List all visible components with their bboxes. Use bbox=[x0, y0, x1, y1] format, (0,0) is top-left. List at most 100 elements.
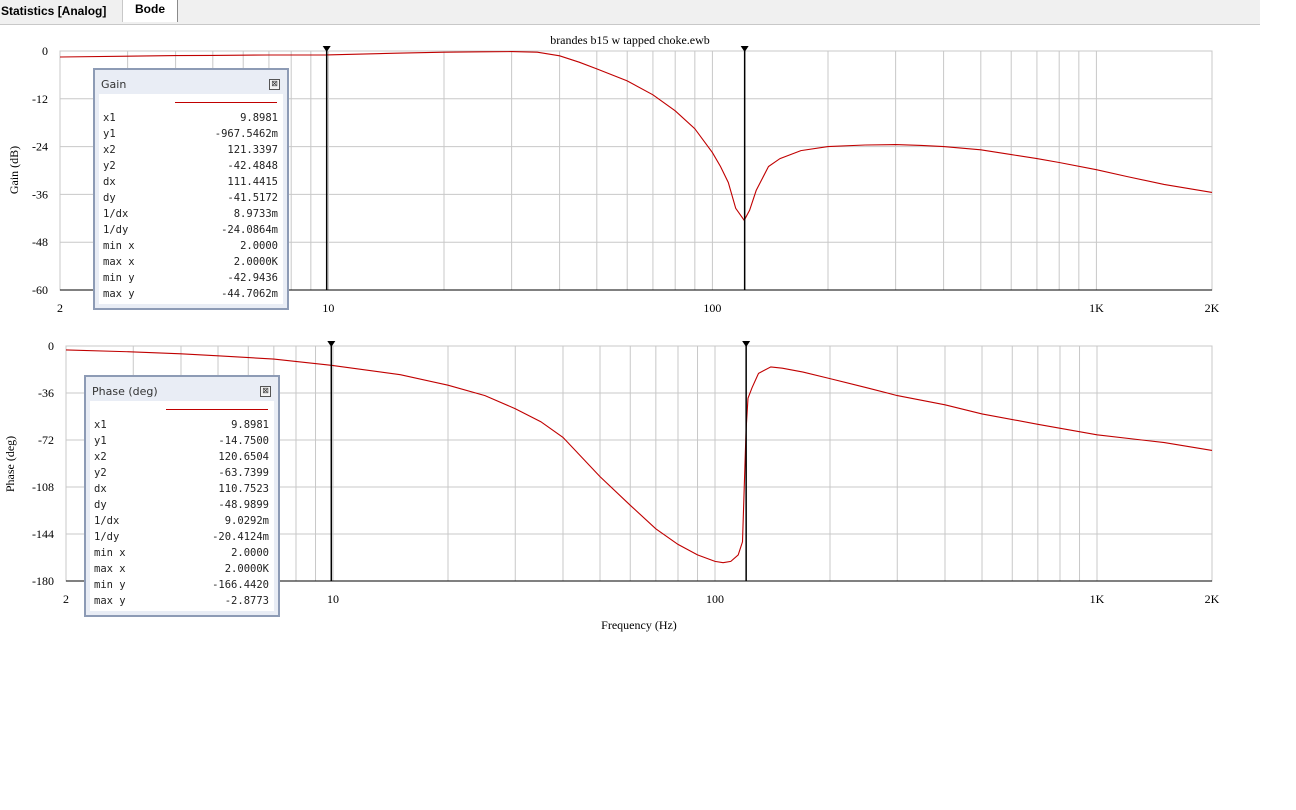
x-tick-label: 1K bbox=[1090, 592, 1105, 606]
readout-value: -24.0864m bbox=[221, 224, 278, 236]
readout-value: 8.9733m bbox=[233, 208, 278, 220]
readout-row: y1 -967.5462m bbox=[103, 126, 278, 142]
x-tick-label: 2 bbox=[57, 301, 63, 315]
x-tick-label: 2K bbox=[1205, 592, 1220, 606]
readout-row: dx 110.7523 bbox=[94, 481, 269, 497]
readout-label: 1/dy bbox=[94, 531, 120, 543]
readout-label: y1 bbox=[94, 435, 107, 447]
y-axis-label: Phase (deg) bbox=[3, 436, 17, 492]
readout-value: 110.7523 bbox=[218, 483, 269, 495]
y-tick-label: -24 bbox=[32, 140, 48, 154]
readout-label: min x bbox=[103, 240, 135, 252]
readout-value: 9.8981 bbox=[240, 112, 278, 124]
gain-readout-panel[interactable]: Gain ⊠ x1 9.8981 y1 -967.5462m x2 121.3397 y2 -… bbox=[93, 68, 289, 310]
readout-row: min x 2.0000 bbox=[94, 545, 269, 561]
readout-row: y2 -42.4848 bbox=[103, 158, 278, 174]
readout-value: -44.7062m bbox=[221, 288, 278, 300]
readout-value: 111.4415 bbox=[227, 176, 278, 188]
y-axis-label: Gain (dB) bbox=[7, 146, 21, 194]
readout-value: 9.8981 bbox=[231, 419, 269, 431]
y-tick-label: 0 bbox=[42, 44, 48, 58]
readout-label: min y bbox=[103, 272, 135, 284]
phase-readout-panel[interactable]: Phase (deg) ⊠ x1 9.8981 y1 -14.7500 x2 120.65… bbox=[84, 375, 280, 617]
y-tick-label: -60 bbox=[32, 283, 48, 297]
readout-label: dy bbox=[94, 499, 107, 511]
readout-row: max x 2.0000K bbox=[103, 254, 278, 270]
readout-value: 121.3397 bbox=[227, 144, 278, 156]
y-tick-label: -36 bbox=[32, 187, 48, 201]
readout-value: 2.0000 bbox=[231, 547, 269, 559]
readout-row: x1 9.8981 bbox=[94, 417, 269, 433]
y-tick-label: -12 bbox=[32, 92, 48, 106]
close-icon[interactable]: ⊠ bbox=[260, 386, 271, 397]
readout-row: 1/dy -24.0864m bbox=[103, 222, 278, 238]
readout-value: 2.0000K bbox=[233, 256, 278, 268]
y-tick-label: -144 bbox=[32, 527, 54, 541]
readout-label: max x bbox=[94, 563, 126, 575]
readout-label: y1 bbox=[103, 128, 116, 140]
gain-legend-line bbox=[175, 102, 277, 103]
readout-row: 1/dx 8.9733m bbox=[103, 206, 278, 222]
readout-label: dx bbox=[103, 176, 116, 188]
y-tick-label: -48 bbox=[32, 235, 48, 249]
readout-value: 2.0000K bbox=[224, 563, 269, 575]
readout-value: -63.7399 bbox=[218, 467, 269, 479]
y-tick-label: -72 bbox=[38, 433, 54, 447]
readout-row: min y -42.9436 bbox=[103, 270, 278, 286]
readout-label: y2 bbox=[103, 160, 116, 172]
readout-label: 1/dy bbox=[103, 224, 129, 236]
x-tick-label: 100 bbox=[703, 301, 721, 315]
y-tick-label: 0 bbox=[48, 339, 54, 353]
readout-label: min y bbox=[94, 579, 126, 591]
x-tick-label: 10 bbox=[322, 301, 334, 315]
readout-row: y2 -63.7399 bbox=[94, 465, 269, 481]
phase-legend-line bbox=[166, 409, 268, 410]
readout-row: y1 -14.7500 bbox=[94, 433, 269, 449]
readout-value: -967.5462m bbox=[214, 128, 278, 140]
readout-row: dx 111.4415 bbox=[103, 174, 278, 190]
gain-readout-body: x1 9.8981 y1 -967.5462m x2 121.3397 y2 -42.4848… bbox=[99, 94, 283, 304]
readout-value: -2.8773 bbox=[224, 595, 269, 607]
x-tick-label: 1K bbox=[1089, 301, 1104, 315]
readout-label: x1 bbox=[103, 112, 116, 124]
chart-title: brandes b15 w tapped choke.ewb bbox=[550, 33, 710, 47]
readout-row: x2 121.3397 bbox=[103, 142, 278, 158]
phase-readout-table: x1 9.8981 y1 -14.7500 x2 120.6504 y2 -63.7399 dx… bbox=[94, 417, 269, 609]
readout-row: max y -2.8773 bbox=[94, 593, 269, 609]
readout-value: -20.4124m bbox=[212, 531, 269, 543]
y-tick-label: -180 bbox=[32, 574, 54, 588]
readout-label: min x bbox=[94, 547, 126, 559]
readout-label: y2 bbox=[94, 467, 107, 479]
readout-row: x1 9.8981 bbox=[103, 110, 278, 126]
readout-label: x2 bbox=[94, 451, 107, 463]
readout-label: dy bbox=[103, 192, 116, 204]
readout-label: dx bbox=[94, 483, 107, 495]
readout-label: 1/dx bbox=[94, 515, 120, 527]
readout-label: x1 bbox=[94, 419, 107, 431]
readout-row: max y -44.7062m bbox=[103, 286, 278, 302]
readout-label: 1/dx bbox=[103, 208, 129, 220]
y-tick-label: -36 bbox=[38, 386, 54, 400]
readout-label: x2 bbox=[103, 144, 116, 156]
close-icon[interactable]: ⊠ bbox=[269, 79, 280, 90]
y-tick-label: -108 bbox=[32, 480, 54, 494]
readout-row: 1/dy -20.4124m bbox=[94, 529, 269, 545]
x-axis-label: Frequency (Hz) bbox=[601, 618, 677, 632]
gain-readout-table: x1 9.8981 y1 -967.5462m x2 121.3397 y2 -42.4848… bbox=[103, 110, 278, 302]
readout-value: -166.4420 bbox=[212, 579, 269, 591]
readout-value: -48.9899 bbox=[218, 499, 269, 511]
x-tick-label: 100 bbox=[706, 592, 724, 606]
readout-row: min y -166.4420 bbox=[94, 577, 269, 593]
readout-row: x2 120.6504 bbox=[94, 449, 269, 465]
x-tick-label: 10 bbox=[327, 592, 339, 606]
readout-label: max y bbox=[103, 288, 135, 300]
readout-row: dy -41.5172 bbox=[103, 190, 278, 206]
readout-value: 2.0000 bbox=[240, 240, 278, 252]
gain-readout-title: Gain bbox=[101, 78, 127, 91]
readout-value: -14.7500 bbox=[218, 435, 269, 447]
readout-label: max y bbox=[94, 595, 126, 607]
phase-readout-title: Phase (deg) bbox=[92, 385, 158, 398]
readout-row: max x 2.0000K bbox=[94, 561, 269, 577]
readout-value: -42.4848 bbox=[227, 160, 278, 172]
readout-row: min x 2.0000 bbox=[103, 238, 278, 254]
